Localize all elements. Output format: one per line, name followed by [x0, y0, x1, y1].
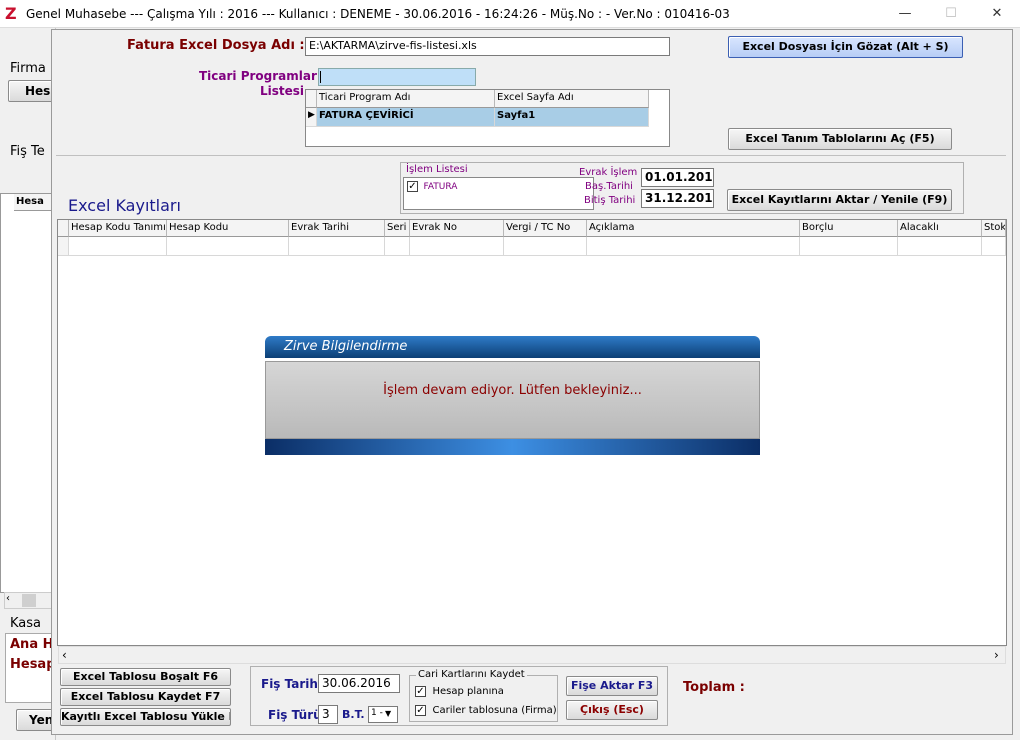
- cari-option-cariler-label: Cariler tablosuna (Firma): [432, 705, 557, 716]
- bg-grid-header: Hesa: [14, 194, 52, 211]
- bt-select[interactable]: 1 -: [368, 706, 398, 723]
- empty-row-indicator: [58, 237, 69, 256]
- cari-group-title: Cari Kartlarını Kaydet: [416, 669, 527, 680]
- bitis-tarihi-input[interactable]: 31.12.2016: [641, 189, 714, 208]
- empty-row-cell[interactable]: [289, 237, 385, 256]
- popup-message: İşlem devam ediyor. Lütfen bekleyiniz...: [383, 383, 642, 398]
- bas-tarihi-input[interactable]: 01.01.2016: [641, 168, 714, 187]
- cari-option-hesap[interactable]: ✓ Hesap planına: [415, 684, 504, 697]
- bg-scroll-left-icon[interactable]: ‹: [6, 593, 10, 604]
- bitis-tarihi-label: Bitiş Tarihi: [584, 195, 636, 206]
- col-borclu[interactable]: Borçlu: [800, 220, 898, 237]
- col-hesap-kodu[interactable]: Hesap Kodu: [167, 220, 289, 237]
- popup-body: [265, 361, 760, 439]
- cari-option-cariler[interactable]: ✓ Cariler tablosuna (Firma): [415, 703, 557, 716]
- empty-row-cell[interactable]: [982, 237, 1006, 256]
- empty-row-cell[interactable]: [167, 237, 289, 256]
- empty-row-cell[interactable]: [504, 237, 587, 256]
- program-row-sheet[interactable]: Sayfa1: [495, 108, 649, 127]
- clear-excel-table-button[interactable]: Excel Tablosu Boşalt F6: [60, 668, 231, 686]
- program-row-name[interactable]: FATURA ÇEVİRİCİ: [317, 108, 495, 127]
- bg-grid: [0, 193, 52, 593]
- row-pointer-icon: ▶: [306, 108, 317, 127]
- programs-label-line2: Listesi: [260, 84, 305, 98]
- open-definition-tables-button[interactable]: Excel Tanım Tablolarını Aç (F5): [728, 128, 952, 150]
- islem-listesi-title: İşlem Listesi: [406, 164, 468, 175]
- programs-grid-corner: [306, 90, 317, 108]
- col-alacakli[interactable]: Alacaklı: [898, 220, 982, 237]
- file-name-label: Fatura Excel Dosya Adı :: [127, 38, 305, 53]
- browse-excel-button[interactable]: Excel Dosyası İçin Gözat (Alt + S): [728, 36, 963, 58]
- transfer-refresh-button[interactable]: Excel Kayıtlarını Aktar / Yenile (F9): [727, 189, 952, 211]
- col-hesap-kodu-tanimi[interactable]: Hesap Kodu Tanımı: [69, 220, 167, 237]
- bg-kasa-label: Kasa: [10, 616, 42, 631]
- bg-scroll-thumb[interactable]: [22, 594, 36, 607]
- bg-firma-label: Firma: [10, 61, 46, 76]
- empty-row-cell[interactable]: [385, 237, 410, 256]
- fis-turu-label: Fiş Türü: [268, 708, 322, 722]
- islem-item[interactable]: ✓ FATURA: [407, 179, 457, 192]
- col-vergi-tc-no[interactable]: Vergi / TC No: [504, 220, 587, 237]
- minimize-button[interactable]: —: [882, 0, 928, 28]
- scroll-left-icon[interactable]: ‹: [62, 648, 67, 662]
- bt-label: B.T.: [342, 708, 365, 721]
- check-icon[interactable]: ✓: [415, 685, 426, 697]
- check-icon[interactable]: ✓: [407, 180, 418, 192]
- evrak-islem-label: Evrak İşlem: [579, 167, 638, 178]
- bg-hesap-label: Hesap: [10, 657, 56, 672]
- scroll-right-icon[interactable]: ›: [994, 648, 999, 662]
- empty-row-cell[interactable]: [587, 237, 800, 256]
- fis-tarihi-input[interactable]: 30.06.2016: [318, 674, 400, 693]
- load-saved-excel-table-button[interactable]: Kayıtlı Excel Tablosu Yükle F8: [60, 708, 231, 726]
- programs-col-name[interactable]: Ticari Program Adı: [317, 90, 495, 108]
- col-evrak-tarihi[interactable]: Evrak Tarihi: [289, 220, 385, 237]
- records-hscrollbar[interactable]: [58, 646, 1006, 664]
- bg-ana-label: Ana H: [10, 637, 54, 652]
- records-grid-corner: [58, 220, 69, 237]
- toplam-label: Toplam :: [683, 680, 745, 695]
- maximize-button[interactable]: ☐: [928, 0, 974, 28]
- check-icon[interactable]: ✓: [415, 704, 426, 716]
- bg-fis-label: Fiş Te: [10, 144, 45, 159]
- cari-option-hesap-label: Hesap planına: [432, 686, 504, 697]
- bas-tarihi-label: Baş.Tarihi: [585, 181, 633, 192]
- file-path-input[interactable]: E:\AKTARMA\zirve-fis-listesi.xls: [305, 37, 670, 56]
- window-title: Genel Muhasebe --- Çalışma Yılı : 2016 -…: [26, 7, 730, 21]
- separator: [56, 155, 1006, 156]
- programs-label-line1: Ticari Programlar: [199, 69, 317, 83]
- fise-aktar-button[interactable]: Fişe Aktar F3: [566, 676, 658, 696]
- col-evrak-no[interactable]: Evrak No: [410, 220, 504, 237]
- empty-row-cell[interactable]: [800, 237, 898, 256]
- dropdown-arrow-icon[interactable]: ▼: [385, 709, 391, 718]
- fis-tarihi-label: Fiş Tarihi: [261, 677, 323, 691]
- cikis-button[interactable]: Çıkış (Esc): [566, 700, 658, 720]
- text-cursor: [320, 71, 321, 83]
- empty-row-cell[interactable]: [69, 237, 167, 256]
- bg-yeni-button[interactable]: Yen: [16, 709, 54, 731]
- save-excel-table-button[interactable]: Excel Tablosu Kaydet F7: [60, 688, 231, 706]
- popup-title: Zirve Bilgilendirme: [284, 339, 408, 354]
- col-stok[interactable]: Stok: [982, 220, 1006, 237]
- close-button[interactable]: ✕: [974, 0, 1020, 28]
- empty-row-cell[interactable]: [410, 237, 504, 256]
- app-logo-icon: Z: [5, 4, 17, 23]
- excel-records-title: Excel Kayıtları: [68, 196, 181, 215]
- programs-search-input[interactable]: [318, 68, 476, 86]
- popup-progress-bar: [265, 439, 760, 455]
- empty-row-cell[interactable]: [898, 237, 982, 256]
- islem-item-label: FATURA: [423, 182, 458, 192]
- col-seri[interactable]: Seri: [385, 220, 410, 237]
- programs-col-sheet[interactable]: Excel Sayfa Adı: [495, 90, 649, 108]
- fis-turu-input[interactable]: 3: [318, 705, 338, 724]
- col-aciklama[interactable]: Açıklama: [587, 220, 800, 237]
- bg-hesap-button[interactable]: Hes: [8, 80, 54, 102]
